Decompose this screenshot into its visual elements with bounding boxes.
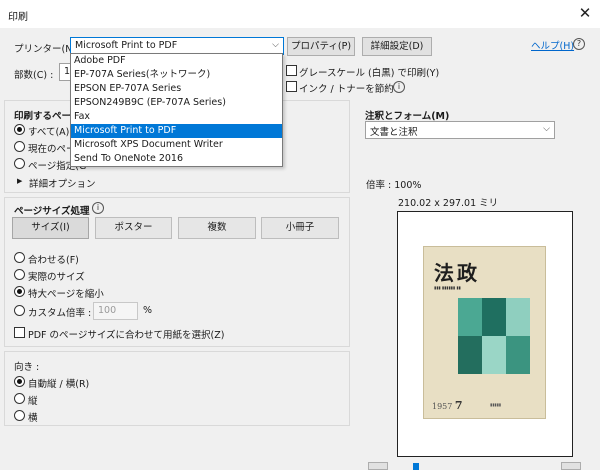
orientation-landscape-label: 横 xyxy=(28,413,38,424)
printer-dropdown-list: Adobe PDF EP-707A Series(ネットワーク) EPSON E… xyxy=(70,53,283,167)
actual-size-radio[interactable] xyxy=(14,269,25,280)
annotations-selected-value: 文書と注釈 xyxy=(370,127,418,138)
custom-scale-radio[interactable] xyxy=(14,305,25,316)
grayscale-checkbox[interactable] xyxy=(286,65,297,76)
printer-option[interactable]: Send To OneNote 2016 xyxy=(71,152,282,166)
tab-booklet[interactable]: 小冊子 xyxy=(261,217,339,239)
printer-option-highlighted[interactable]: Microsoft Print to PDF xyxy=(71,124,282,138)
next-page-button[interactable] xyxy=(561,462,581,470)
chevron-down-icon: ⌵ xyxy=(272,40,279,50)
help-link[interactable]: ヘルプ(H) xyxy=(531,38,574,52)
orientation-title: 向き : xyxy=(14,362,40,373)
title-bar xyxy=(0,0,600,28)
cover-publisher: ▮▮▮▮▮ xyxy=(490,402,502,407)
tab-size[interactable]: サイズ(I) xyxy=(12,217,89,239)
more-options-toggle[interactable]: 詳細オプション xyxy=(29,176,96,190)
orientation-portrait-label: 縦 xyxy=(28,396,38,407)
grayscale-label: グレースケール (白黒) で印刷(Y) xyxy=(299,68,440,79)
page-slider-thumb[interactable] xyxy=(413,463,419,470)
cover-subtitle-line: ▮▮▮ ▮▮▮▮▮▮ ▮▮ xyxy=(434,285,461,290)
printer-option[interactable]: EP-707A Series(ネットワーク) xyxy=(71,68,282,82)
printer-option[interactable]: EPSON249B9C (EP-707A Series) xyxy=(71,96,282,110)
shrink-oversized-radio[interactable] xyxy=(14,286,25,297)
orientation-auto-radio[interactable] xyxy=(14,376,25,387)
triangle-right-icon[interactable]: ▶ xyxy=(17,177,22,185)
annotations-title: 注釈とフォーム(M) xyxy=(365,111,450,122)
choose-paper-label: PDF のページサイズに合わせて用紙を選択(Z) xyxy=(28,330,225,341)
orientation-portrait-radio[interactable] xyxy=(14,393,25,404)
info-circle-icon[interactable]: i xyxy=(92,202,104,214)
tab-multiple[interactable]: 複数 xyxy=(178,217,256,239)
printer-selected-value: Microsoft Print to PDF xyxy=(75,40,178,51)
page-sizing-title: ページサイズ処理 xyxy=(14,206,90,217)
percent-label: % xyxy=(143,305,153,316)
cover-title: 法政 xyxy=(434,261,480,285)
shrink-oversized-label: 特大ページを縮小 xyxy=(28,289,104,300)
chevron-down-icon: ⌵ xyxy=(543,124,550,134)
save-ink-checkbox[interactable] xyxy=(286,81,297,92)
actual-size-label: 実際のサイズ xyxy=(28,272,85,283)
custom-scale-input[interactable]: 100 xyxy=(93,302,138,320)
orientation-landscape-radio[interactable] xyxy=(14,410,25,421)
orientation-auto-label: 自動縦 / 横(R) xyxy=(28,379,90,390)
printer-option[interactable]: Microsoft XPS Document Writer xyxy=(71,138,282,152)
pages-specify-radio[interactable] xyxy=(14,158,25,169)
pages-all-label: すべて(A) xyxy=(28,127,70,138)
printer-option[interactable]: EPSON EP-707A Series xyxy=(71,82,282,96)
window-title: 印刷 xyxy=(8,12,28,23)
cover-issue-month: 7 xyxy=(454,399,463,412)
printer-option[interactable]: Adobe PDF xyxy=(71,54,282,68)
page-dimensions: 210.02 x 297.01 ミリ xyxy=(398,198,499,209)
custom-scale-label: カスタム倍率 : xyxy=(28,308,92,319)
pages-all-radio[interactable] xyxy=(14,124,25,135)
advanced-button[interactable]: 詳細設定(D) xyxy=(362,37,432,56)
choose-paper-checkbox[interactable] xyxy=(14,327,25,338)
printer-option[interactable]: Fax xyxy=(71,110,282,124)
fit-radio[interactable] xyxy=(14,252,25,263)
properties-button[interactable]: プロパティ(P) xyxy=(287,37,355,56)
prev-page-button[interactable] xyxy=(368,462,388,470)
help-circle-icon[interactable]: ? xyxy=(573,38,585,50)
tab-poster[interactable]: ポスター xyxy=(95,217,172,239)
cover-issue-year: 1957 xyxy=(432,402,453,411)
copies-label: 部数(C) : xyxy=(14,70,54,81)
cover-artwork xyxy=(458,298,530,374)
info-circle-icon[interactable]: i xyxy=(393,81,405,93)
close-icon[interactable]: ✕ xyxy=(574,3,596,23)
pages-current-radio[interactable] xyxy=(14,141,25,152)
annotations-select[interactable]: 文書と注釈 ⌵ xyxy=(365,121,555,139)
save-ink-label: インク / トナーを節約 xyxy=(299,84,394,95)
zoom-label: 倍率 : 100% xyxy=(366,180,422,191)
cover-issue: 1957 7 xyxy=(432,399,463,412)
fit-label: 合わせる(F) xyxy=(28,255,79,266)
